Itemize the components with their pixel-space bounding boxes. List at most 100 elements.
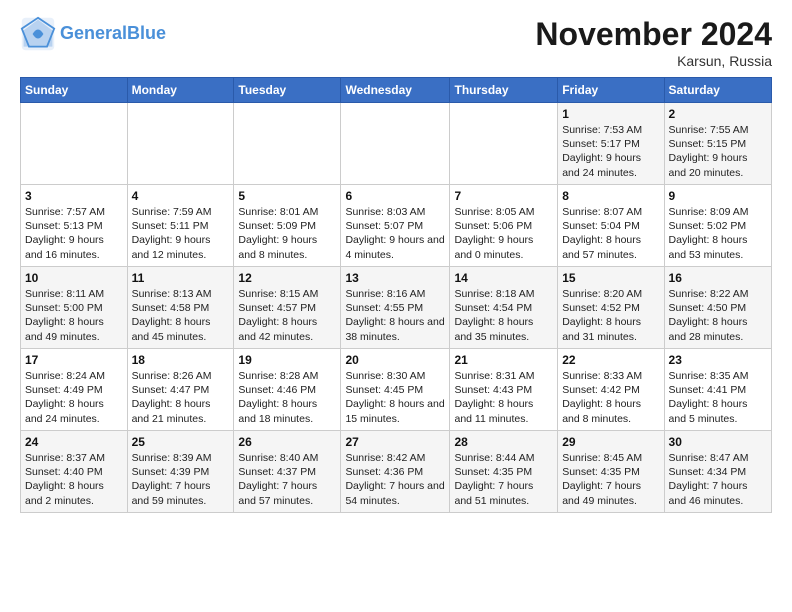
logo: GeneralBlue: [20, 16, 166, 52]
day-cell: 28 Sunrise: 8:44 AMSunset: 4:35 PMDayligh…: [450, 431, 558, 513]
day-info: Sunrise: 8:20 AMSunset: 4:52 PMDaylight:…: [562, 287, 659, 344]
day-info: Sunrise: 8:47 AMSunset: 4:34 PMDaylight:…: [669, 451, 767, 508]
day-cell: 10Sunrise: 8:11 AMSunset: 5:00 PMDayligh…: [21, 267, 128, 349]
day-number: 20: [345, 353, 445, 367]
day-cell: 1 Sunrise: 7:53 AMSunset: 5:17 PMDaylight…: [558, 103, 664, 185]
day-cell: [127, 103, 234, 185]
day-info: Sunrise: 8:24 AMSunset: 4:49 PMDaylight:…: [25, 369, 123, 426]
day-info: Sunrise: 7:53 AMSunset: 5:17 PMDaylight:…: [562, 123, 659, 180]
day-info: Sunrise: 8:22 AMSunset: 4:50 PMDaylight:…: [669, 287, 767, 344]
day-info: Sunrise: 8:40 AMSunset: 4:37 PMDaylight:…: [238, 451, 336, 508]
weekday-header-saturday: Saturday: [664, 78, 771, 103]
weekday-header-wednesday: Wednesday: [341, 78, 450, 103]
day-info: Sunrise: 8:07 AMSunset: 5:04 PMDaylight:…: [562, 205, 659, 262]
day-info: Sunrise: 8:09 AMSunset: 5:02 PMDaylight:…: [669, 205, 767, 262]
day-cell: 11 Sunrise: 8:13 AMSunset: 4:58 PMDayligh…: [127, 267, 234, 349]
day-number: 15: [562, 271, 659, 285]
week-row-4: 17 Sunrise: 8:24 AMSunset: 4:49 PMDayligh…: [21, 349, 772, 431]
day-cell: 25Sunrise: 8:39 AMSunset: 4:39 PMDayligh…: [127, 431, 234, 513]
day-info: Sunrise: 8:45 AMSunset: 4:35 PMDaylight:…: [562, 451, 659, 508]
day-cell: 21 Sunrise: 8:31 AMSunset: 4:43 PMDayligh…: [450, 349, 558, 431]
day-number: 22: [562, 353, 659, 367]
day-info: Sunrise: 8:05 AMSunset: 5:06 PMDaylight:…: [454, 205, 553, 262]
day-cell: 23Sunrise: 8:35 AMSunset: 4:41 PMDayligh…: [664, 349, 771, 431]
day-cell: 12Sunrise: 8:15 AMSunset: 4:57 PMDayligh…: [234, 267, 341, 349]
day-number: 8: [562, 189, 659, 203]
day-cell: 15 Sunrise: 8:20 AMSunset: 4:52 PMDayligh…: [558, 267, 664, 349]
day-cell: 13 Sunrise: 8:16 AMSunset: 4:55 PMDayligh…: [341, 267, 450, 349]
day-number: 29: [562, 435, 659, 449]
day-number: 19: [238, 353, 336, 367]
logo-text: GeneralBlue: [60, 24, 166, 44]
day-number: 14: [454, 271, 553, 285]
day-cell: 7 Sunrise: 8:05 AMSunset: 5:06 PMDaylight…: [450, 185, 558, 267]
month-title: November 2024: [535, 16, 772, 53]
day-info: Sunrise: 7:59 AMSunset: 5:11 PMDaylight:…: [132, 205, 230, 262]
day-number: 18: [132, 353, 230, 367]
day-info: Sunrise: 8:18 AMSunset: 4:54 PMDaylight:…: [454, 287, 553, 344]
day-number: 17: [25, 353, 123, 367]
logo-general: General: [60, 23, 127, 43]
title-block: November 2024 Karsun, Russia: [535, 16, 772, 69]
day-number: 6: [345, 189, 445, 203]
day-info: Sunrise: 8:16 AMSunset: 4:55 PMDaylight:…: [345, 287, 445, 344]
day-cell: 4 Sunrise: 7:59 AMSunset: 5:11 PMDaylight…: [127, 185, 234, 267]
day-info: Sunrise: 8:28 AMSunset: 4:46 PMDaylight:…: [238, 369, 336, 426]
day-cell: [341, 103, 450, 185]
day-number: 13: [345, 271, 445, 285]
day-info: Sunrise: 7:55 AMSunset: 5:15 PMDaylight:…: [669, 123, 767, 180]
day-number: 28: [454, 435, 553, 449]
day-cell: 16 Sunrise: 8:22 AMSunset: 4:50 PMDayligh…: [664, 267, 771, 349]
day-info: Sunrise: 8:35 AMSunset: 4:41 PMDaylight:…: [669, 369, 767, 426]
day-cell: 24 Sunrise: 8:37 AMSunset: 4:40 PMDayligh…: [21, 431, 128, 513]
day-cell: 22 Sunrise: 8:33 AMSunset: 4:42 PMDayligh…: [558, 349, 664, 431]
day-number: 7: [454, 189, 553, 203]
day-info: Sunrise: 8:26 AMSunset: 4:47 PMDaylight:…: [132, 369, 230, 426]
week-row-1: 1 Sunrise: 7:53 AMSunset: 5:17 PMDaylight…: [21, 103, 772, 185]
weekday-header-monday: Monday: [127, 78, 234, 103]
day-cell: 20 Sunrise: 8:30 AMSunset: 4:45 PMDayligh…: [341, 349, 450, 431]
day-info: Sunrise: 8:42 AMSunset: 4:36 PMDaylight:…: [345, 451, 445, 508]
day-number: 4: [132, 189, 230, 203]
week-row-3: 10Sunrise: 8:11 AMSunset: 5:00 PMDayligh…: [21, 267, 772, 349]
day-number: 2: [669, 107, 767, 121]
logo-blue: Blue: [127, 23, 166, 43]
day-cell: [21, 103, 128, 185]
day-info: Sunrise: 8:33 AMSunset: 4:42 PMDaylight:…: [562, 369, 659, 426]
day-number: 26: [238, 435, 336, 449]
week-row-2: 3 Sunrise: 7:57 AMSunset: 5:13 PMDaylight…: [21, 185, 772, 267]
day-number: 27: [345, 435, 445, 449]
weekday-header-sunday: Sunday: [21, 78, 128, 103]
week-row-5: 24 Sunrise: 8:37 AMSunset: 4:40 PMDayligh…: [21, 431, 772, 513]
day-number: 16: [669, 271, 767, 285]
weekday-header-row: SundayMondayTuesdayWednesdayThursdayFrid…: [21, 78, 772, 103]
day-cell: 26 Sunrise: 8:40 AMSunset: 4:37 PMDayligh…: [234, 431, 341, 513]
day-number: 11: [132, 271, 230, 285]
day-info: Sunrise: 8:37 AMSunset: 4:40 PMDaylight:…: [25, 451, 123, 508]
day-info: Sunrise: 8:39 AMSunset: 4:39 PMDaylight:…: [132, 451, 230, 508]
day-number: 3: [25, 189, 123, 203]
day-info: Sunrise: 8:44 AMSunset: 4:35 PMDaylight:…: [454, 451, 553, 508]
day-info: Sunrise: 8:13 AMSunset: 4:58 PMDaylight:…: [132, 287, 230, 344]
day-cell: 2 Sunrise: 7:55 AMSunset: 5:15 PMDaylight…: [664, 103, 771, 185]
day-info: Sunrise: 8:01 AMSunset: 5:09 PMDaylight:…: [238, 205, 336, 262]
day-cell: 27 Sunrise: 8:42 AMSunset: 4:36 PMDayligh…: [341, 431, 450, 513]
day-cell: 5Sunrise: 8:01 AMSunset: 5:09 PMDaylight…: [234, 185, 341, 267]
calendar-page: GeneralBlue November 2024 Karsun, Russia…: [0, 0, 792, 523]
day-info: Sunrise: 8:31 AMSunset: 4:43 PMDaylight:…: [454, 369, 553, 426]
day-cell: 3 Sunrise: 7:57 AMSunset: 5:13 PMDaylight…: [21, 185, 128, 267]
logo-icon: [20, 16, 56, 52]
day-info: Sunrise: 8:30 AMSunset: 4:45 PMDaylight:…: [345, 369, 445, 426]
day-number: 1: [562, 107, 659, 121]
day-number: 12: [238, 271, 336, 285]
day-cell: 29 Sunrise: 8:45 AMSunset: 4:35 PMDayligh…: [558, 431, 664, 513]
day-number: 24: [25, 435, 123, 449]
calendar-table: SundayMondayTuesdayWednesdayThursdayFrid…: [20, 77, 772, 513]
day-info: Sunrise: 8:03 AMSunset: 5:07 PMDaylight:…: [345, 205, 445, 262]
day-number: 21: [454, 353, 553, 367]
day-number: 30: [669, 435, 767, 449]
day-info: Sunrise: 7:57 AMSunset: 5:13 PMDaylight:…: [25, 205, 123, 262]
weekday-header-friday: Friday: [558, 78, 664, 103]
day-number: 9: [669, 189, 767, 203]
day-cell: 6 Sunrise: 8:03 AMSunset: 5:07 PMDaylight…: [341, 185, 450, 267]
